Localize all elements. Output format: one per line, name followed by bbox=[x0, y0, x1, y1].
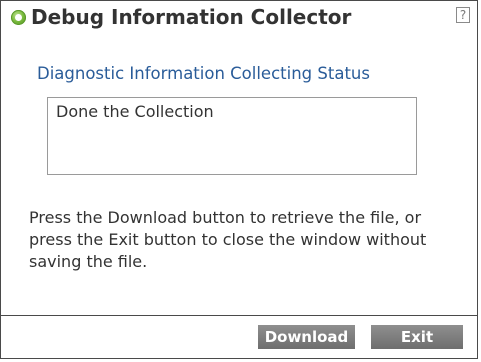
dialog-header: Debug Information Collector ? bbox=[1, 1, 477, 37]
download-button[interactable]: Download bbox=[258, 325, 355, 349]
collecting-status-label: Diagnostic Information Collecting Status bbox=[37, 64, 370, 83]
status-circle-icon bbox=[11, 10, 26, 25]
collecting-status-field: Done the Collection bbox=[47, 97, 417, 175]
exit-button[interactable]: Exit bbox=[371, 325, 463, 349]
help-icon[interactable]: ? bbox=[456, 7, 470, 23]
dialog-title: Debug Information Collector bbox=[31, 5, 352, 29]
footer-divider bbox=[1, 315, 477, 316]
instruction-text: Press the Download button to retrieve th… bbox=[29, 208, 427, 271]
debug-collector-dialog: Debug Information Collector ? Diagnostic… bbox=[0, 0, 478, 359]
